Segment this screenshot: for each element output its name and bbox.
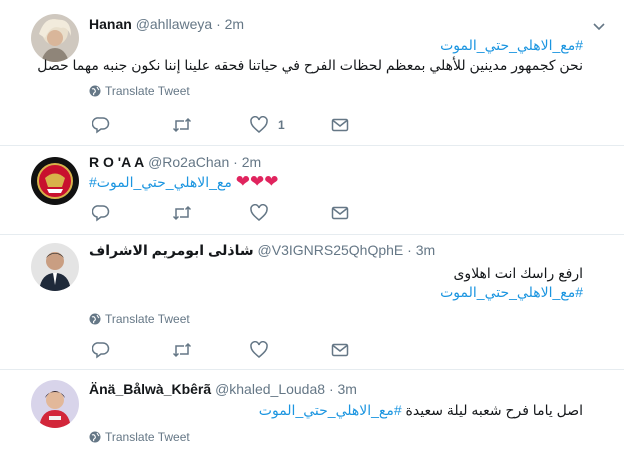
user-handle[interactable]: @V3IGNRS25QhQphE: [258, 242, 404, 258]
tweet-card[interactable]: شاذلى ابومريم الاشراف @V3IGNRS25QhQphE ·…: [0, 235, 624, 370]
tweet-card[interactable]: Änä_Bålwà_Kbêrã @khaled_Louda8 · 3m اصل …: [0, 370, 624, 454]
translate-label: Translate Tweet: [105, 430, 190, 444]
hashtag-link[interactable]: #مع_الاهلي_حتي_الموت: [440, 37, 583, 54]
translate-tweet-link[interactable]: Translate Tweet: [89, 84, 190, 98]
heart-emoji: ❤❤❤: [235, 172, 279, 191]
user-name[interactable]: شاذلى ابومريم الاشراف: [89, 242, 254, 258]
separator-dot: ·: [233, 154, 238, 170]
dm-button[interactable]: [331, 341, 349, 359]
avatar[interactable]: [31, 157, 79, 205]
retweet-button[interactable]: [172, 116, 192, 134]
globe-icon: [89, 85, 101, 97]
retweet-icon: [172, 117, 192, 133]
globe-icon: [89, 431, 101, 443]
dm-icon: [331, 206, 349, 220]
avatar[interactable]: [31, 380, 79, 428]
globe-icon: [89, 313, 101, 325]
like-button[interactable]: [250, 204, 268, 222]
avatar[interactable]: [31, 14, 79, 62]
translate-label: Translate Tweet: [105, 312, 190, 326]
reply-icon: [92, 342, 110, 359]
timestamp[interactable]: 2m: [242, 154, 261, 170]
user-handle[interactable]: @Ro2aChan: [148, 154, 229, 170]
retweet-button[interactable]: [172, 204, 192, 222]
user-handle[interactable]: @khaled_Louda8: [215, 381, 325, 397]
timestamp[interactable]: 3m: [416, 242, 435, 258]
tweet-text: #مع_الاهلي_حتي_الموت ❤❤❤: [89, 172, 279, 192]
tweet-header: Änä_Bålwà_Kbêrã @khaled_Louda8 · 3m: [89, 381, 357, 397]
translate-tweet-link[interactable]: Translate Tweet: [89, 430, 190, 444]
dm-icon: [331, 118, 349, 132]
retweet-icon: [172, 342, 192, 358]
separator-dot: ·: [328, 381, 334, 397]
like-icon: [250, 116, 268, 133]
dm-icon: [331, 343, 349, 357]
like-button[interactable]: 1: [250, 116, 285, 134]
translate-label: Translate Tweet: [105, 84, 190, 98]
tweet-card[interactable]: Hanan @ahllaweya · 2m #مع_الاهلي_حتي_الم…: [0, 0, 624, 146]
reply-button[interactable]: [92, 204, 110, 222]
tweet-text-main: اصل ياما فرح شعبه ليلة سعيدة: [405, 402, 583, 418]
reply-icon: [92, 117, 110, 134]
hashtag-link[interactable]: #مع_الاهلي_حتي_الموت: [440, 284, 583, 301]
user-name[interactable]: Änä_Bålwà_Kbêrã: [89, 381, 211, 397]
tweet-header: Hanan @ahllaweya · 2m: [89, 16, 244, 32]
user-name[interactable]: R O 'A A: [89, 154, 144, 170]
reply-button[interactable]: [92, 341, 110, 359]
tweet-header: R O 'A A @Ro2aChan · 2m: [89, 154, 261, 170]
like-button[interactable]: [250, 341, 268, 359]
separator-dot: ·: [216, 16, 221, 32]
tweet-header: شاذلى ابومريم الاشراف @V3IGNRS25QhQphE ·…: [89, 242, 435, 259]
dm-button[interactable]: [331, 204, 349, 222]
retweet-button[interactable]: [172, 341, 192, 359]
translate-tweet-link[interactable]: Translate Tweet: [89, 312, 190, 326]
like-icon: [250, 341, 268, 358]
timestamp[interactable]: 3m: [338, 381, 357, 397]
tweet-text: اصل ياما فرح شعبه ليلة سعيدة #مع_الاهلي_…: [259, 402, 583, 419]
user-name[interactable]: Hanan: [89, 16, 132, 32]
avatar[interactable]: [31, 243, 79, 291]
timestamp[interactable]: 2m: [225, 16, 244, 32]
tweet-text: ارفع راسك انت اهلاوى: [453, 265, 583, 281]
separator-dot: ·: [407, 242, 412, 258]
like-count: 1: [278, 118, 285, 132]
reply-button[interactable]: [92, 116, 110, 134]
dm-button[interactable]: [331, 116, 349, 134]
hashtag-link[interactable]: #مع_الاهلي_حتي_الموت: [259, 402, 402, 418]
like-icon: [250, 204, 268, 221]
reply-icon: [92, 205, 110, 222]
tweet-text: نحن كجمهور مدينين للأهلي بمعظم لحظات الف…: [37, 57, 583, 73]
retweet-icon: [172, 205, 192, 221]
caret-down-icon[interactable]: [593, 20, 605, 32]
user-handle[interactable]: @ahllaweya: [136, 16, 212, 32]
tweet-card[interactable]: R O 'A A @Ro2aChan · 2m #مع_الاهلي_حتي_ا…: [0, 146, 624, 235]
hashtag-link[interactable]: #مع_الاهلي_حتي_الموت: [89, 174, 232, 190]
